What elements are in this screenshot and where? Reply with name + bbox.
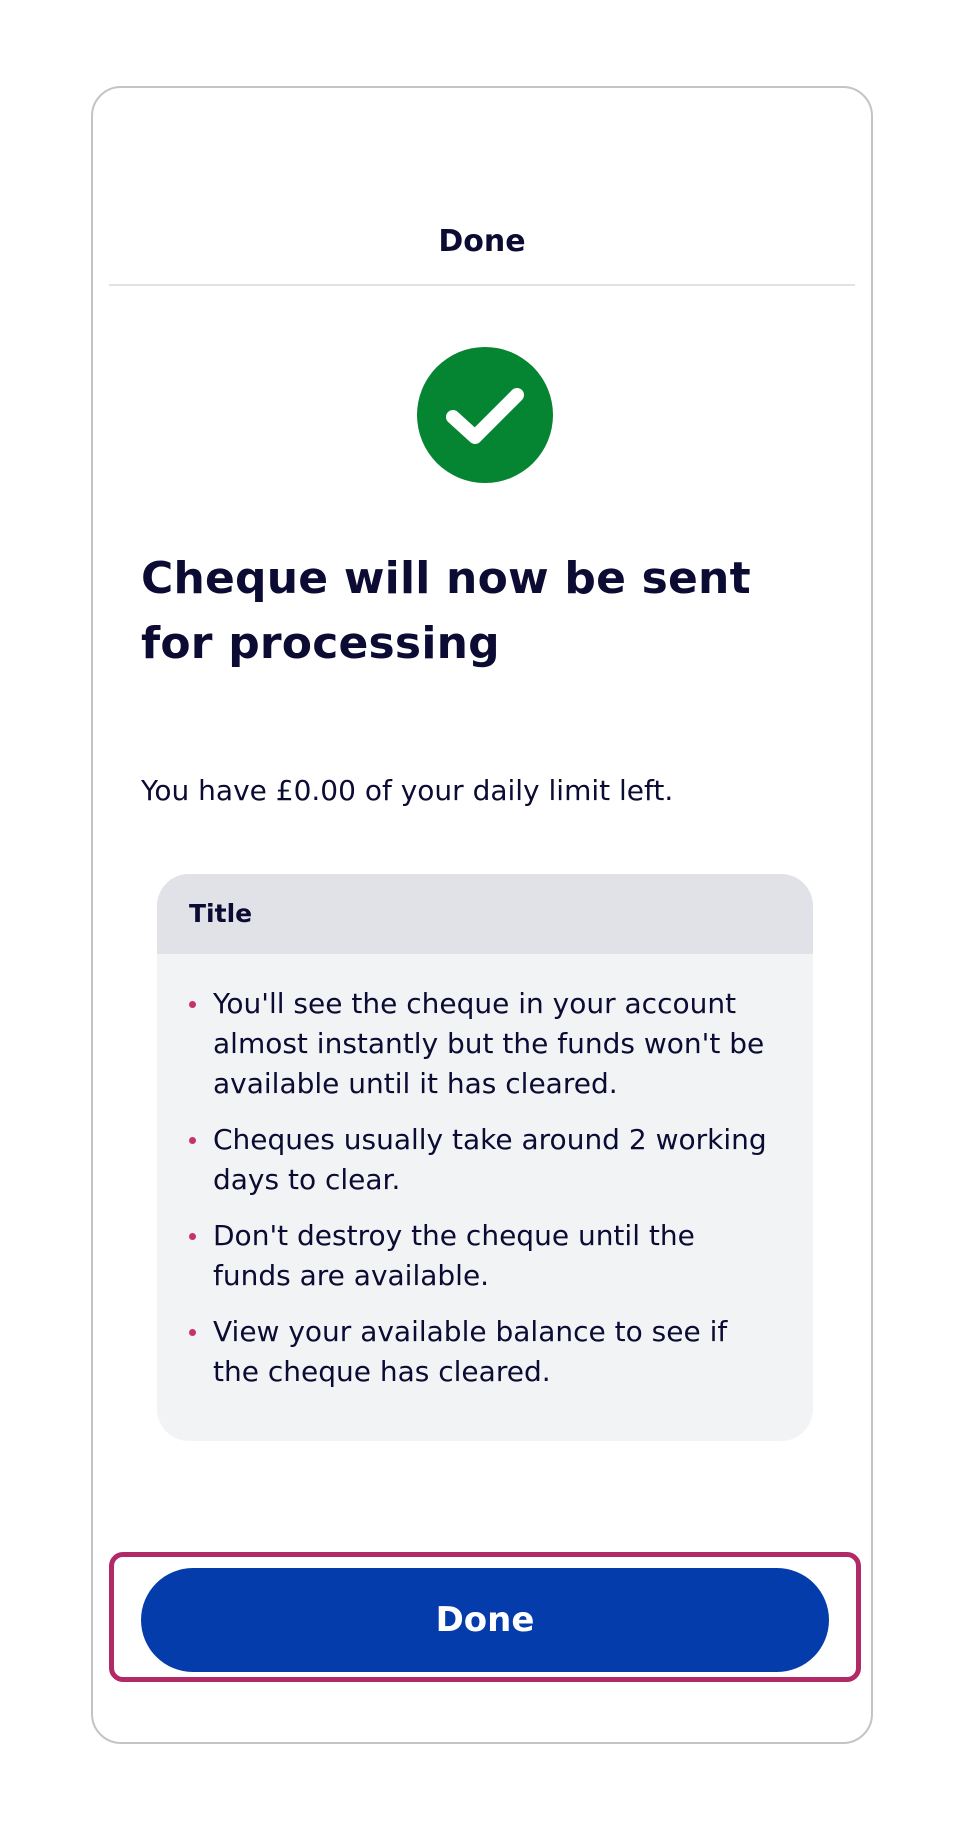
info-list: You'll see the cheque in your account al… (157, 954, 813, 1392)
done-button[interactable]: Done (141, 1568, 829, 1672)
list-item: You'll see the cheque in your account al… (189, 984, 773, 1104)
checkmark-circle-icon (417, 347, 553, 483)
bullet-icon (189, 1137, 196, 1144)
info-panel: Title You'll see the cheque in your acco… (157, 874, 813, 1441)
page-title: Done (438, 224, 526, 259)
list-item: View your available balance to see if th… (189, 1312, 773, 1392)
dialog-frame: Done Cheque will now be sent for process… (91, 86, 873, 1744)
info-panel-title: Title (157, 874, 813, 954)
bullet-icon (189, 1329, 196, 1336)
success-heading: Cheque will now be sent for processing (141, 553, 751, 669)
bullet-icon (189, 1001, 196, 1008)
bullet-icon (189, 1233, 196, 1240)
list-item-text: Don't destroy the cheque until the funds… (213, 1219, 695, 1292)
list-item-text: Cheques usually take around 2 working da… (213, 1123, 767, 1196)
list-item-text: View your available balance to see if th… (213, 1315, 728, 1388)
list-item: Cheques usually take around 2 working da… (189, 1120, 773, 1200)
daily-limit-text: You have £0.00 of your daily limit left. (141, 774, 674, 807)
header-bar: Done (109, 88, 855, 286)
list-item-text: You'll see the cheque in your account al… (213, 987, 765, 1100)
list-item: Don't destroy the cheque until the funds… (189, 1216, 773, 1296)
checkmark-icon (446, 388, 524, 444)
